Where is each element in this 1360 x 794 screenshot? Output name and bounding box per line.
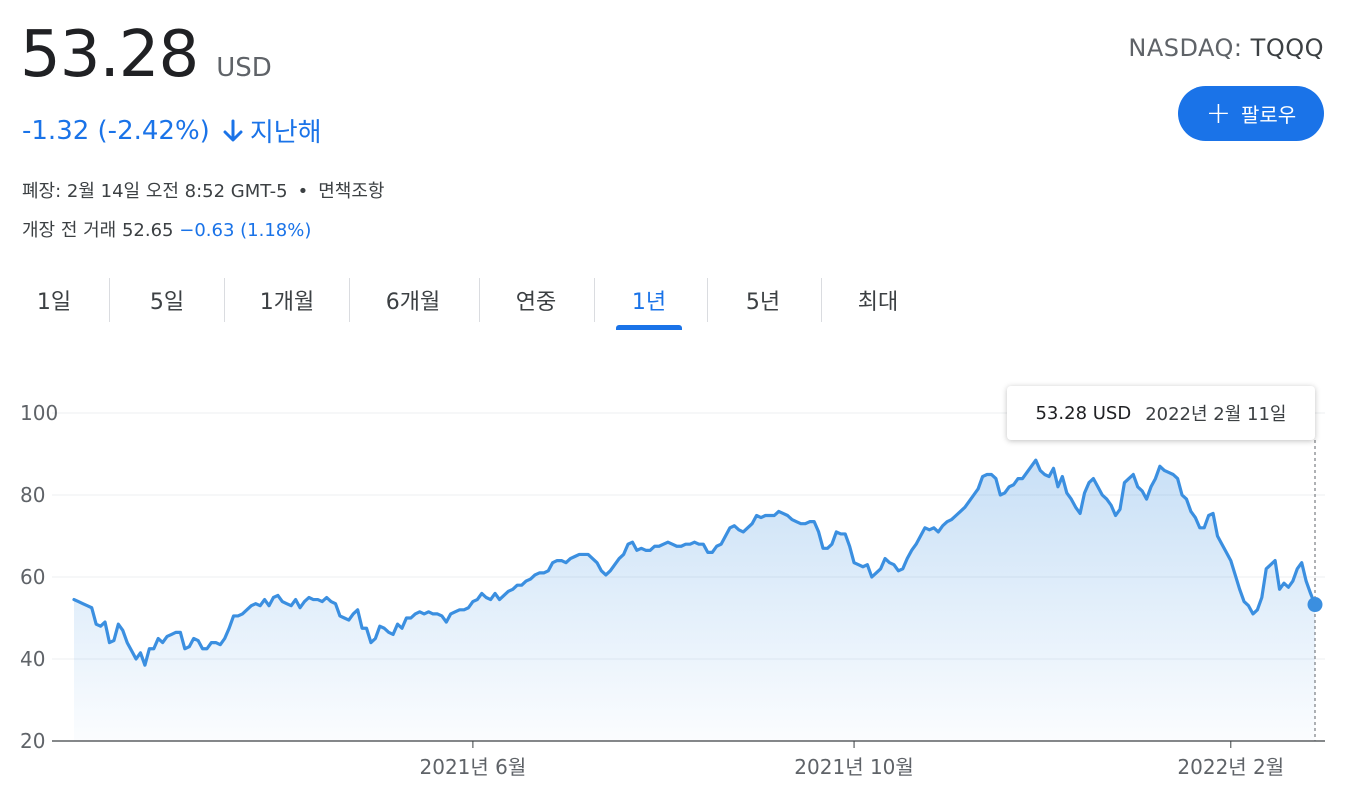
x-tick-label: 2022년 2월 [1177, 755, 1284, 779]
y-tick-label: 80 [20, 483, 45, 507]
x-tick-label: 2021년 6월 [420, 755, 527, 779]
tooltip-date: 2022년 2월 11일 [1145, 404, 1287, 425]
y-tick-label: 20 [20, 729, 45, 753]
y-tick-label: 60 [20, 565, 45, 589]
tooltip-value: 53.28 USD [1035, 402, 1132, 424]
hover-point [1307, 597, 1323, 613]
price-area [74, 460, 1315, 741]
y-tick-label: 40 [20, 647, 45, 671]
x-tick-label: 2021년 10월 [794, 755, 914, 779]
y-tick-label: 100 [20, 401, 58, 425]
chart-tooltip: 53.28 USD 2022년 2월 11일 [1007, 386, 1315, 440]
